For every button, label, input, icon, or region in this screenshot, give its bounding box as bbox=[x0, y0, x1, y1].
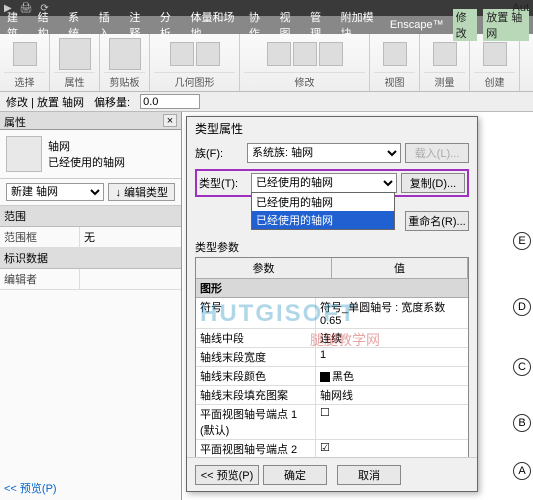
ribbon-group-props: 属性 bbox=[50, 34, 100, 91]
properties-panel: 属性 × 轴网 已经使用的轴网 新建 轴网 ↓ 编辑类型 范围 范围框无 标识数据… bbox=[0, 112, 182, 500]
type-label: 类型(T): bbox=[199, 175, 247, 191]
geom-icon[interactable] bbox=[170, 42, 194, 66]
param-k: 轴线末段颜色 bbox=[196, 367, 316, 385]
type-select[interactable]: 已经使用的轴网 bbox=[251, 173, 397, 193]
editor-label: 编辑者 bbox=[0, 269, 80, 289]
ribbon-group-measure: 测量 bbox=[420, 34, 470, 91]
section-extents: 范围 bbox=[0, 206, 181, 227]
dropdown-option-selected[interactable]: 已经使用的轴网 bbox=[252, 211, 394, 229]
ribbon-group-clip: 剪贴板 bbox=[100, 34, 150, 91]
group-graphics: 图形 bbox=[196, 279, 468, 298]
create-icon[interactable] bbox=[483, 42, 507, 66]
type-thumb bbox=[6, 136, 42, 172]
param-k: 轴线末段填充图案 bbox=[196, 386, 316, 404]
measure-icon[interactable] bbox=[433, 42, 457, 66]
param-v[interactable]: ☑ bbox=[316, 440, 468, 457]
load-button: 载入(L)... bbox=[405, 143, 469, 163]
ribbon-group-geom: 几何图形 bbox=[150, 34, 240, 91]
preview-link[interactable]: << 预览(P) bbox=[4, 480, 57, 496]
annotation-c: C bbox=[513, 358, 531, 376]
param-v[interactable]: ☐ bbox=[316, 405, 468, 439]
color-swatch bbox=[320, 372, 330, 382]
annotation-e: E bbox=[513, 232, 531, 250]
paste-icon[interactable] bbox=[109, 38, 141, 70]
params-label: 类型参数 bbox=[195, 237, 469, 257]
family-name: 轴网 bbox=[48, 138, 125, 154]
select-icon[interactable] bbox=[13, 42, 37, 66]
type-highlight: 类型(T): 已经使用的轴网 复制(D)... 已经使用的轴网 已经使用的轴网 bbox=[195, 169, 469, 197]
offset-input[interactable] bbox=[140, 94, 200, 109]
param-k: 轴线中段 bbox=[196, 329, 316, 347]
family-label: 族(F): bbox=[195, 145, 243, 161]
close-icon[interactable]: × bbox=[163, 114, 177, 127]
annotation-a: A bbox=[513, 462, 531, 480]
param-v[interactable]: 黑色 bbox=[316, 367, 468, 385]
params-table: 参数值 图形 符号符号_单圆轴号 : 宽度系数 0.65 轴线中段连续 轴线末段… bbox=[195, 257, 469, 457]
param-k: 轴线末段宽度 bbox=[196, 348, 316, 366]
param-v[interactable]: 轴网线 bbox=[316, 386, 468, 404]
param-k: 平面视图轴号端点 2 (默认) bbox=[196, 440, 316, 457]
cancel-button[interactable]: 取消 bbox=[337, 465, 401, 485]
ribbon-group-modify: 修改 bbox=[240, 34, 370, 91]
scope-box-value[interactable]: 无 bbox=[80, 227, 181, 247]
menu-enscape[interactable]: Enscape™ bbox=[387, 19, 447, 31]
type-name: 已经使用的轴网 bbox=[48, 154, 125, 170]
ribbon-group-select: 选择 bbox=[0, 34, 50, 91]
type-selector[interactable]: 新建 轴网 bbox=[6, 183, 104, 201]
view-icon[interactable] bbox=[383, 42, 407, 66]
type-dropdown[interactable]: 已经使用的轴网 已经使用的轴网 bbox=[251, 192, 395, 230]
options-bar: 修改 | 放置 轴网 偏移量: bbox=[0, 92, 533, 112]
param-k: 平面视图轴号端点 1 (默认) bbox=[196, 405, 316, 439]
copy-button[interactable]: 复制(D)... bbox=[401, 173, 465, 193]
modify-icon[interactable] bbox=[293, 42, 317, 66]
ok-button[interactable]: 确定 bbox=[263, 465, 327, 485]
param-v[interactable]: 符号_单圆轴号 : 宽度系数 0.65 bbox=[316, 298, 468, 328]
props-icon[interactable] bbox=[59, 38, 91, 70]
menu-bar: 建筑 结构 系统 插入 注释 分析 体量和场地 协作 视图 管理 附加模块 En… bbox=[0, 16, 533, 34]
scope-box-label: 范围框 bbox=[0, 227, 80, 247]
param-v[interactable]: 1 bbox=[316, 348, 468, 366]
type-properties-dialog: 类型属性 族(F): 系统族: 轴网 载入(L)... 类型(T): 已经使用的… bbox=[186, 116, 478, 492]
context-label: 修改 | 放置 轴网 bbox=[6, 94, 84, 110]
col-param: 参数 bbox=[196, 258, 332, 278]
annotation-d: D bbox=[513, 298, 531, 316]
ribbon-group-view: 视图 bbox=[370, 34, 420, 91]
modify-icon[interactable] bbox=[267, 42, 291, 66]
dropdown-option[interactable]: 已经使用的轴网 bbox=[252, 193, 394, 211]
ribbon: 选择 属性 剪贴板 几何图形 修改 视图 测量 创建 bbox=[0, 34, 533, 92]
param-k: 符号 bbox=[196, 298, 316, 328]
family-select[interactable]: 系统族: 轴网 bbox=[247, 143, 401, 163]
editor-value[interactable] bbox=[80, 269, 181, 289]
props-title: 属性 bbox=[4, 114, 26, 127]
param-v[interactable]: 连续 bbox=[316, 329, 468, 347]
geom-icon[interactable] bbox=[196, 42, 220, 66]
offset-label: 偏移量: bbox=[94, 94, 130, 110]
dialog-title: 类型属性 bbox=[187, 117, 477, 139]
section-identity: 标识数据 bbox=[0, 248, 181, 269]
modify-icon[interactable] bbox=[319, 42, 343, 66]
col-value: 值 bbox=[332, 258, 468, 278]
app-name: Aut bbox=[512, 2, 529, 14]
edit-type-button[interactable]: ↓ 编辑类型 bbox=[108, 183, 175, 201]
ribbon-group-create: 创建 bbox=[470, 34, 520, 91]
rename-button[interactable]: 重命名(R)... bbox=[405, 211, 469, 231]
annotation-b: B bbox=[513, 414, 531, 432]
preview-button[interactable]: << 预览(P) bbox=[195, 465, 259, 485]
